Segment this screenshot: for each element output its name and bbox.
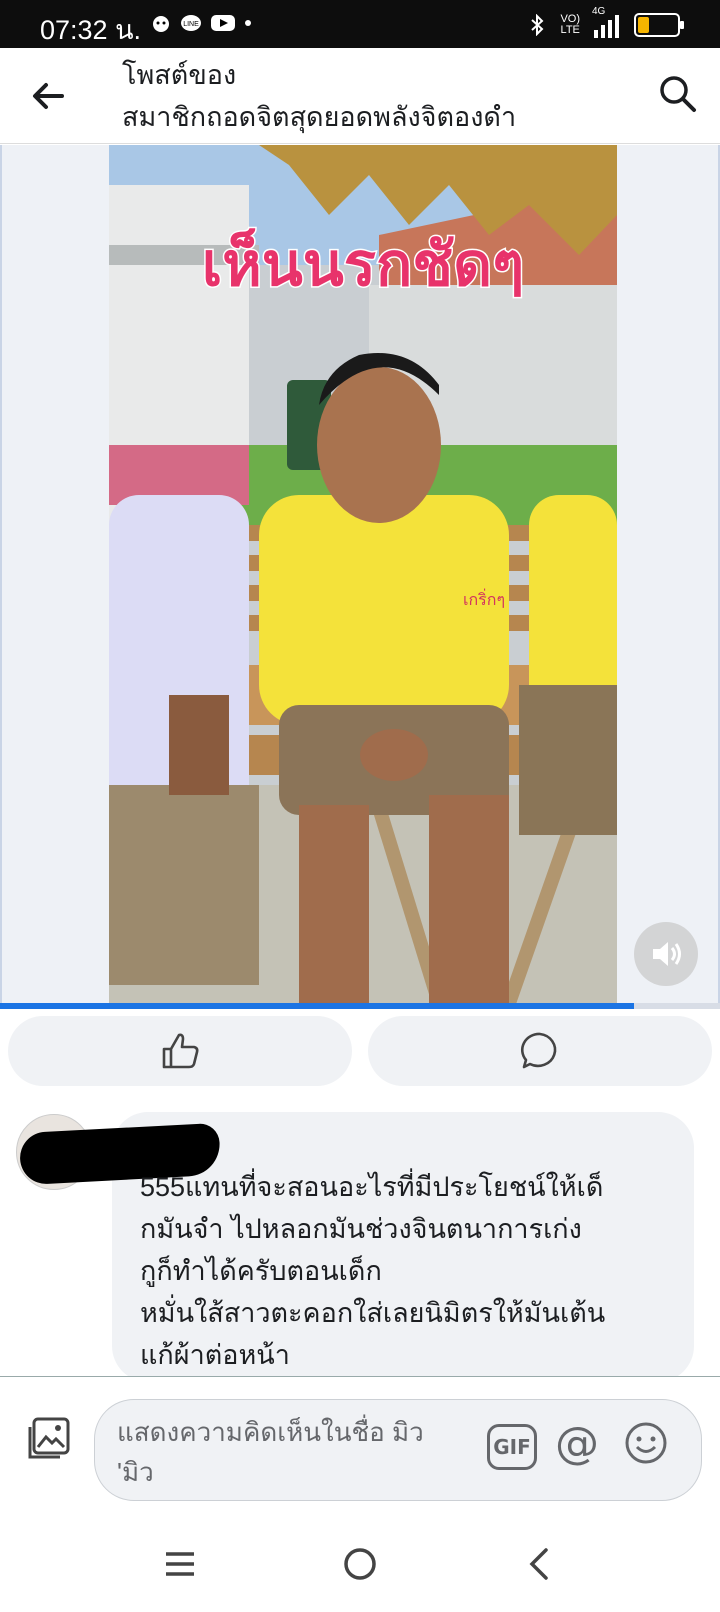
page-title-line2: สมาชิกถอดจิตสุดยอดพลังจิตองดำ	[122, 102, 517, 132]
signal-icon: 4G	[592, 6, 622, 40]
like-button[interactable]	[8, 1016, 352, 1086]
comment-button[interactable]	[368, 1016, 712, 1086]
back-arrow-icon[interactable]	[28, 76, 68, 116]
bluetooth-icon	[531, 14, 544, 36]
line-app-icon: LINE	[181, 15, 201, 31]
signal-type-label: 4G	[592, 6, 606, 17]
battery-fill	[638, 17, 650, 33]
mention-button[interactable]: @	[555, 1418, 599, 1470]
comment-bubble-icon	[521, 1032, 557, 1069]
svg-text:เกริ่กๆ: เกริ่กๆ	[463, 588, 505, 609]
video-progress-bar[interactable]	[0, 1003, 720, 1009]
photo-icon[interactable]	[24, 1413, 74, 1463]
volte-indicator: VO) LTE	[560, 14, 580, 36]
speaker-icon	[653, 942, 681, 966]
thumbs-up-icon	[162, 1033, 199, 1069]
youtube-icon	[211, 15, 235, 31]
emoji-icon[interactable]	[623, 1420, 669, 1466]
more-notifications-icon	[245, 20, 251, 26]
post-header: โพสต์ของ สมาชิกถอดจิตสุดยอดพลังจิตองดำ	[0, 48, 720, 144]
gif-button[interactable]: GIF	[487, 1424, 537, 1470]
sound-toggle-button[interactable]	[634, 922, 698, 986]
notification-icons: LINE	[150, 12, 252, 34]
svg-text:LINE: LINE	[183, 21, 199, 28]
video-progress-fill	[0, 1003, 634, 1009]
page-title-line1: โพสต์ของ	[122, 60, 237, 90]
back-nav-icon[interactable]	[518, 1542, 562, 1586]
status-time: 07:32 น.	[40, 15, 142, 45]
lte-label: LTE	[560, 24, 580, 36]
home-icon[interactable]	[338, 1542, 382, 1586]
video-still-image: เกริ่กๆ เห็นนรกชัดๆ	[109, 145, 617, 1003]
comment-text: 555แทนที่จะสอนอะไรที่มีประโยชน์ให้เด็ กม…	[140, 1172, 606, 1370]
video-player[interactable]: เกริ่กๆ เห็นนรกชัดๆ	[0, 145, 720, 1007]
battery-icon	[634, 13, 684, 37]
page-title: โพสต์ของ สมาชิกถอดจิตสุดยอดพลังจิตองดำ	[122, 54, 516, 138]
status-right-icons: VO) LTE 4G	[526, 6, 684, 40]
search-icon[interactable]	[656, 72, 700, 116]
comment-input[interactable]: แสดงความคิดเห็นในชื่อ มิว 'มิว GIF @	[94, 1399, 702, 1501]
emoji-notification-icon	[153, 16, 169, 32]
recent-apps-icon[interactable]	[158, 1542, 202, 1586]
system-nav-bar	[0, 1520, 720, 1612]
video-caption: เห็นนรกชัดๆ	[202, 228, 525, 298]
video-frame[interactable]: เกริ่กๆ เห็นนรกชัดๆ	[109, 145, 617, 1003]
comment-composer: แสดงความคิดเห็นในชื่อ มิว 'มิว GIF @	[0, 1376, 720, 1506]
comment-input-placeholder: แสดงความคิดเห็นในชื่อ มิว 'มิว	[117, 1417, 424, 1487]
status-bar: 07:32 น. LINE VO) LTE 4G	[0, 0, 720, 48]
